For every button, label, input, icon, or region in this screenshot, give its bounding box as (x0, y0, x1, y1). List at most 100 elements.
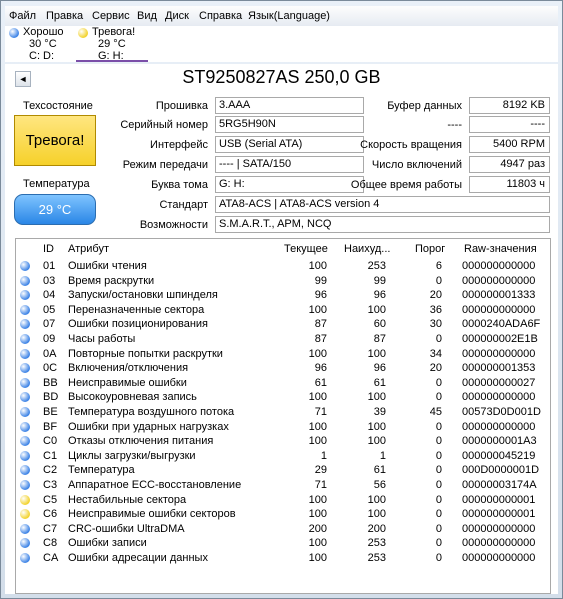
table-row[interactable]: C5 Нестабильные сектора 100 100 0 00000000000… (16, 493, 550, 508)
table-row[interactable]: C6 Неисправимые ошибки секторов 100 100 0 000… (16, 507, 550, 522)
drive-letter-label: Буква тома (151, 179, 208, 191)
menu-file[interactable]: Файл (9, 10, 36, 22)
cell-worst: 253 (367, 552, 386, 564)
status-dot-icon (20, 407, 30, 417)
drive-temp: 29 °C (98, 38, 126, 50)
status-dot-icon (20, 509, 30, 520)
status-dot-icon (20, 538, 30, 549)
cell-attribute: Включения/отключения (68, 362, 189, 375)
status-dot-icon (20, 334, 30, 344)
transfer-field: ---- | SATA/150 (215, 156, 364, 173)
smart-attributes-table[interactable]: ID Атрибут Текущее Наихуд... Порог Raw-з… (15, 238, 551, 594)
drive-tab-2[interactable]: Тревога! 29 °C G: H: (76, 26, 148, 62)
table-row[interactable]: 03 Время раскрутки 99 99 0 000000000000 (16, 274, 550, 289)
column-header-threshold[interactable]: Порог (415, 243, 445, 255)
cell-current: 100 (308, 420, 327, 433)
standard-label: Стандарт (159, 199, 208, 211)
status-dot-icon (20, 553, 30, 563)
transfer-label: Режим передачи (122, 159, 208, 171)
cell-attribute: Аппаратное ECC-восстановление (68, 479, 242, 491)
cell-id: C1 (43, 449, 58, 462)
status-dot-icon (78, 28, 88, 38)
table-row[interactable]: 0C Включения/отключения 96 96 20 000000001353 (16, 361, 550, 376)
table-row[interactable]: 07 Ошибки позиционирования 87 60 30 0000240AD… (16, 317, 550, 332)
table-row[interactable]: 09 Часы работы 87 87 0 000000002E1B (16, 332, 550, 347)
cell-id: 07 (43, 318, 56, 331)
table-row[interactable]: 04 Запуски/остановки шпинделя 96 96 20 000000… (16, 288, 550, 303)
table-row[interactable]: BE Температура воздушного потока 71 39 45 005… (16, 405, 550, 420)
cell-threshold: 45 (429, 406, 442, 418)
table-row[interactable]: C8 Ошибки записи 100 253 0 000000000000 (16, 536, 550, 551)
cell-worst: 56 (373, 479, 386, 491)
rotation-speed-label: Скорость вращения (360, 139, 462, 151)
table-row[interactable]: C2 Температура 29 61 0 000D0000001D (16, 463, 550, 478)
cell-id: 01 (43, 260, 56, 272)
cell-raw: 000000000000 (462, 391, 536, 404)
cell-threshold: 0 (435, 449, 442, 462)
menu-language[interactable]: Язык(Language) (248, 10, 330, 22)
cell-raw: 000000001333 (462, 289, 536, 302)
cell-attribute: Отказы отключения питания (68, 435, 214, 448)
drive-letter-field: G: H: (215, 176, 364, 193)
table-row[interactable]: BD Высокоуровневая запись 100 100 0 000000000… (16, 390, 550, 405)
cell-id: BD (43, 391, 59, 404)
table-row[interactable]: C7 CRC-ошибки UltraDMA 200 200 0 000000000000 (16, 522, 550, 537)
menu-edit[interactable]: Правка (46, 10, 83, 22)
menu-disk[interactable]: Диск (165, 10, 189, 22)
table-row[interactable]: 05 Переназначенные сектора 100 100 36 0000000… (16, 303, 550, 318)
cell-worst: 200 (367, 522, 386, 535)
cell-attribute: Нестабильные сектора (68, 493, 187, 506)
cell-attribute: Ошибки записи (68, 537, 147, 550)
column-header-current[interactable]: Текущее (284, 243, 328, 255)
cell-raw: 000000000000 (462, 260, 536, 272)
cell-threshold: 0 (435, 479, 442, 491)
table-row[interactable]: C3 Аппаратное ECC-восстановление 71 56 0 0000… (16, 478, 550, 493)
cell-raw: 000000045219 (462, 449, 536, 462)
status-dot-icon (20, 480, 30, 490)
cell-attribute: Температура (68, 464, 135, 477)
cell-threshold: 0 (435, 274, 442, 287)
menu-service[interactable]: Сервис (92, 10, 130, 22)
cell-current: 100 (308, 347, 327, 360)
cell-current: 29 (314, 464, 327, 477)
power-count-field: 4947 раз (469, 156, 550, 173)
cell-worst: 61 (373, 376, 386, 389)
table-row[interactable]: BF Ошибки при ударных нагрузках 100 100 0 000… (16, 420, 550, 435)
column-header-id[interactable]: ID (43, 243, 54, 255)
cell-raw: 000000001353 (462, 362, 536, 375)
cell-threshold: 0 (435, 552, 442, 564)
selected-drive-indicator (76, 60, 148, 62)
cell-id: 05 (43, 303, 56, 316)
table-row[interactable]: CA Ошибки адресации данных 100 253 0 00000000… (16, 551, 550, 566)
cell-worst: 253 (367, 260, 386, 272)
table-row[interactable]: C0 Отказы отключения питания 100 100 0 000000… (16, 434, 550, 449)
cell-raw: 000000000000 (462, 552, 536, 564)
menu-view[interactable]: Вид (137, 10, 157, 22)
cell-current: 100 (308, 552, 327, 564)
table-row[interactable]: BB Неисправимые ошибки 61 61 0 000000000027 (16, 376, 550, 391)
menu-help[interactable]: Справка (199, 10, 242, 22)
status-dot-icon (20, 363, 30, 374)
table-row[interactable]: C1 Циклы загрузки/выгрузки 1 1 0 000000045219 (16, 449, 550, 464)
cell-raw: 000000000000 (462, 537, 536, 550)
column-header-attribute[interactable]: Атрибут (68, 243, 109, 255)
health-status-button[interactable]: Тревога! (14, 115, 96, 166)
status-dot-icon (20, 421, 30, 432)
drive-tab-1[interactable]: Хорошо 30 °C C: D: (7, 26, 73, 62)
standard-field: ATA8-ACS | ATA8-ACS version 4 (215, 196, 550, 213)
table-row[interactable]: 01 Ошибки чтения 100 253 6 000000000000 (16, 259, 550, 274)
cell-current: 100 (308, 435, 327, 448)
column-header-worst[interactable]: Наихуд... (344, 243, 390, 255)
status-dot-icon (9, 28, 19, 38)
model-title: ST9250827AS 250,0 GB (182, 67, 381, 87)
cell-worst: 100 (367, 347, 386, 360)
cell-worst: 253 (367, 537, 386, 550)
table-row[interactable]: 0A Повторные попытки раскрутки 100 100 34 000… (16, 347, 550, 362)
cell-worst: 100 (367, 493, 386, 506)
cell-raw: 0000000001A3 (462, 435, 537, 448)
cell-attribute: Ошибки при ударных нагрузках (68, 420, 229, 433)
cell-threshold: 0 (435, 522, 442, 535)
cell-current: 71 (314, 406, 327, 418)
column-header-raw[interactable]: Raw-значения (464, 243, 537, 255)
cell-worst: 96 (373, 289, 386, 302)
